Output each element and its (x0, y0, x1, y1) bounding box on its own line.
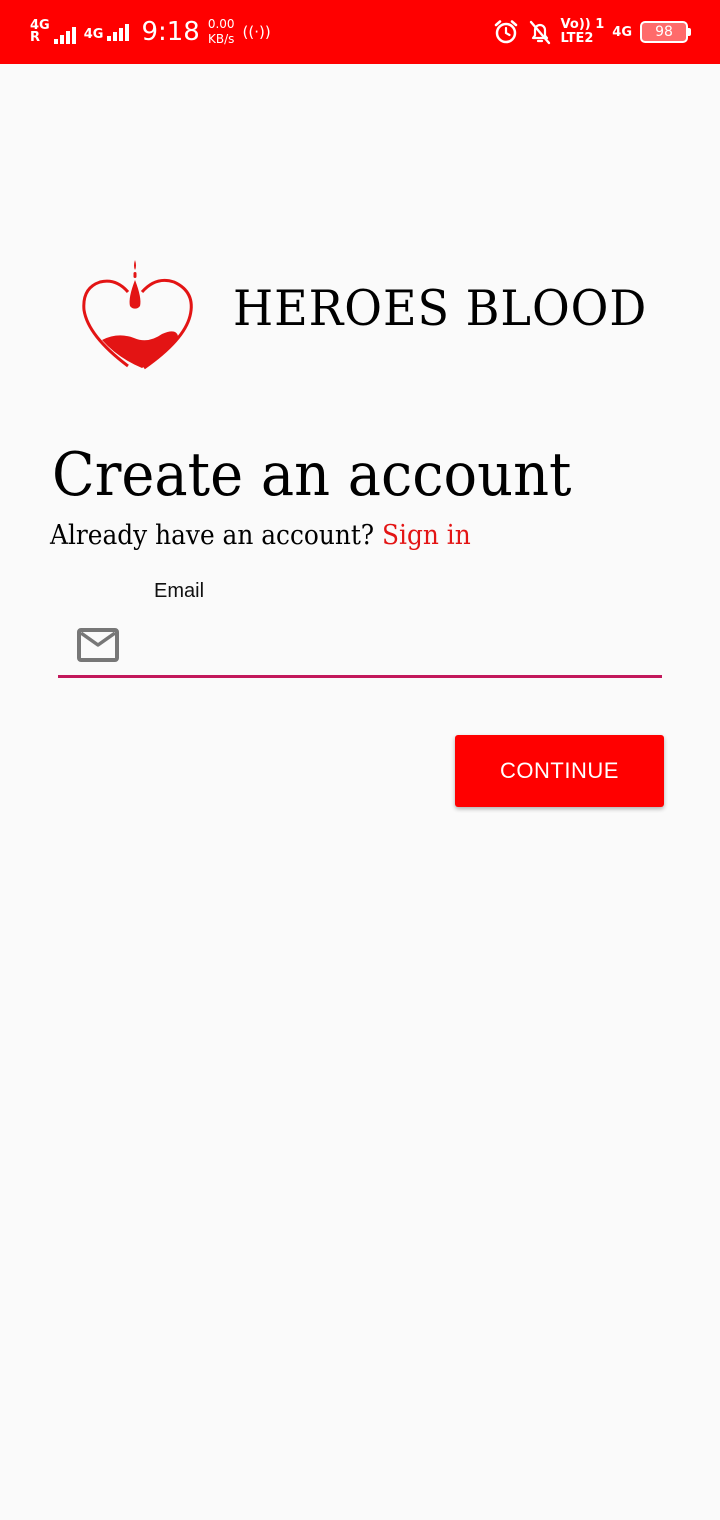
signin-prompt-text: Already have an account? (50, 520, 375, 551)
network-speed-unit: KB/s (207, 32, 235, 46)
bell-off-icon (529, 20, 550, 45)
page-title: Create an account (52, 440, 572, 510)
volte-bottom: LTE2 (560, 31, 594, 46)
signal-icon (52, 26, 76, 44)
email-label: Email (154, 580, 205, 602)
status-bar-left: 4G R 4G 9:18 0.00 KB/s ((·)) (30, 0, 271, 64)
heart-blood-drop-icon (82, 260, 193, 370)
mail-icon (77, 628, 119, 662)
volte-indicator: Vo)) 1 LTE2 (561, 18, 605, 46)
email-field-underline (58, 675, 662, 678)
sim2-signal: 4G (84, 23, 130, 41)
continue-button[interactable]: CONTINUE (455, 735, 664, 807)
status-bar: 4G R 4G 9:18 0.00 KB/s ((·)) Vo)) 1 LTE2… (0, 0, 720, 64)
signin-link[interactable]: Sign in (382, 520, 471, 551)
status-bar-right: Vo)) 1 LTE2 4G 98 (485, 0, 691, 64)
data-network-type: 4G (612, 24, 632, 40)
email-field[interactable] (134, 618, 654, 668)
network-speed-value: 0.00 (207, 17, 235, 31)
battery-level: 98 (655, 24, 673, 40)
sim1-signal: 4G R (30, 19, 76, 45)
network-speed: 0.00 KB/s (208, 17, 235, 47)
signal-icon (105, 23, 130, 41)
brand-name: HEROES BLOOD (233, 280, 648, 337)
sim1-roaming-indicator: R (30, 30, 41, 45)
status-clock: 9:18 (141, 17, 200, 47)
battery-icon: 98 (640, 21, 691, 43)
alarm-icon (494, 20, 517, 44)
sim2-network-type: 4G (83, 27, 104, 42)
hotspot-icon: ((·)) (242, 23, 271, 41)
signin-prompt: Already have an account? Sign in (50, 520, 471, 551)
volte-top: Vo)) 1 (560, 17, 605, 32)
